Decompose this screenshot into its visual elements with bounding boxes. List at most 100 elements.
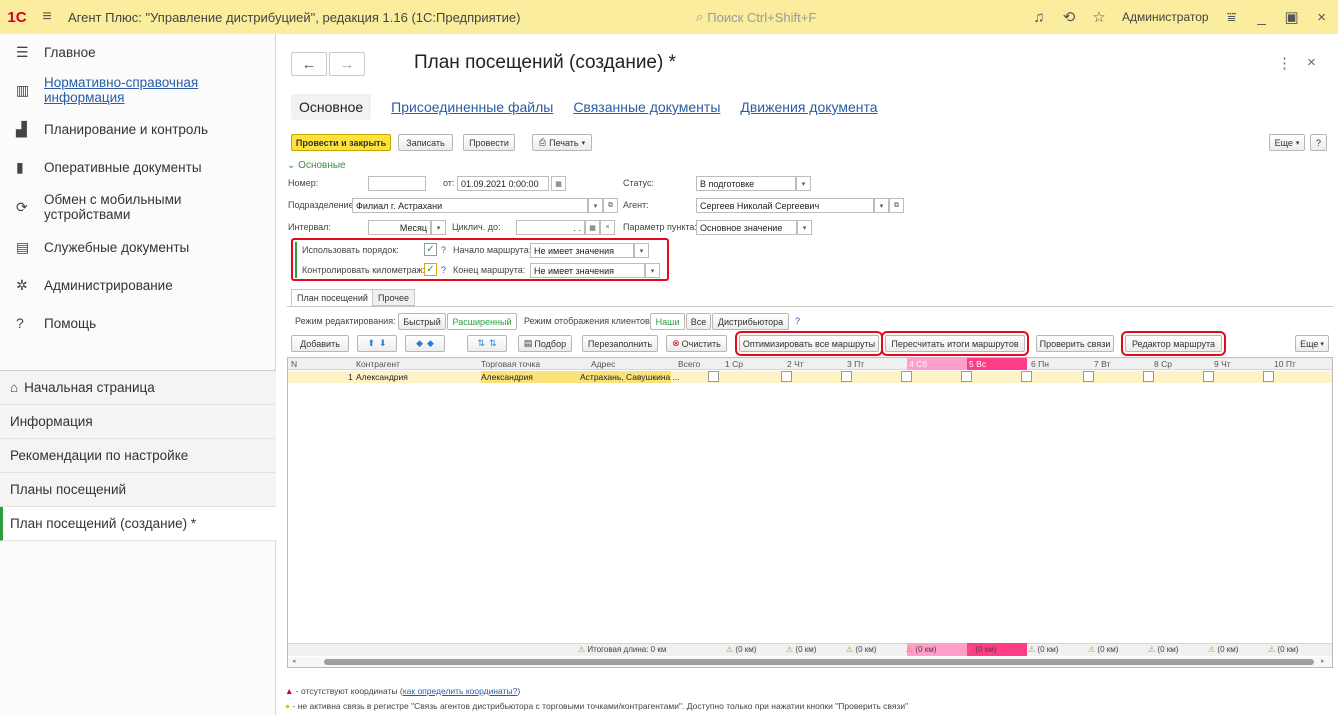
day-checkbox[interactable] [708,371,719,382]
current-user[interactable]: Администратор [1116,10,1215,24]
scrollbar-thumb[interactable] [324,659,1314,665]
tab-main[interactable]: Основное [291,94,372,120]
nav-info[interactable]: Информация [0,405,276,439]
route-end-field[interactable]: Не имеет значения [530,263,645,278]
day-checkbox[interactable] [1143,371,1154,382]
nav-visit-plans[interactable]: Планы посещений [0,473,276,507]
route-start-field[interactable]: Не имеет значения [530,243,634,258]
control-km-checkbox[interactable]: ✓ [424,263,437,276]
use-order-checkbox[interactable]: ✓ [424,243,437,256]
sidebar-item-help[interactable]: ? Помощь [0,304,275,342]
col-day-3[interactable]: 3 Пт [847,358,864,370]
clear-button[interactable]: ⊗ Очистить [666,335,727,352]
point-param-dropdown-icon[interactable]: ▾ [797,220,812,235]
optimize-routes-button[interactable]: Оптимизировать все маршруты [735,331,883,356]
day-checkbox[interactable] [781,371,792,382]
group-main-toggle[interactable]: ⌄ Основные [287,160,346,171]
clients-mode-distributor[interactable]: Дистрибьютора [712,313,789,330]
col-day-9[interactable]: 9 Чт [1214,358,1231,370]
control-km-help-icon[interactable]: ? [441,265,446,275]
division-open-icon[interactable]: ⧉ [603,198,618,213]
visit-plan-table[interactable]: N Контрагент Торговая точка Адрес Всего … [287,357,1333,668]
more-actions-icon[interactable]: ⋮ [1277,54,1292,72]
col-day-5[interactable]: 5 Вс [969,358,986,370]
recalc-routes-button[interactable]: Пересчитать итоги маршрутов [881,331,1029,356]
edit-mode-extended[interactable]: Расширенный [447,313,517,330]
tab-visit-plan[interactable]: План посещений [291,289,374,306]
add-row-button[interactable]: Добавить [291,335,349,352]
minimize-icon[interactable]: _ [1249,9,1275,26]
col-day-2[interactable]: 2 Чт [787,358,804,370]
sidebar-item-main[interactable]: ☰ Главное [0,34,275,70]
print-button[interactable]: ⎙ Печать ▾ [532,134,592,151]
col-day-4[interactable]: 4 Сб [909,358,927,370]
sort-button[interactable]: ⇅ ⇅ [467,335,507,352]
col-day-1[interactable]: 1 Ср [725,358,743,370]
more-button[interactable]: Еще ▾ [1269,134,1305,151]
col-day-6[interactable]: 6 Пн [1031,358,1049,370]
tab-other[interactable]: Прочее [372,289,415,306]
close-form-icon[interactable]: × [1307,54,1316,71]
col-counterparty[interactable]: Контрагент [356,358,400,370]
pick-button[interactable]: ▤ Подбор [518,335,572,352]
day-checkbox[interactable] [901,371,912,382]
maximize-icon[interactable]: ▣ [1279,8,1305,26]
calendar-icon[interactable]: ▦ [585,220,600,235]
how-to-get-coords-link[interactable]: как определить координаты? [403,686,518,696]
status-field[interactable]: В подготовке [696,176,796,191]
col-n[interactable]: N [291,358,297,370]
agent-open-icon[interactable]: ⧉ [889,198,904,213]
status-dropdown-icon[interactable]: ▾ [796,176,811,191]
day-checkbox[interactable] [1021,371,1032,382]
day-checkbox[interactable] [961,371,972,382]
horizontal-scrollbar[interactable]: ◂ ▸ [288,657,1332,667]
date-field[interactable]: 01.09.2021 0:00:00 [457,176,549,191]
bell-icon[interactable]: ♫ [1026,9,1052,26]
star-icon[interactable]: ☆ [1086,8,1112,26]
move-up-down-button[interactable]: ⬆ ⬇ [357,335,397,352]
clients-mode-all[interactable]: Все [686,313,711,330]
tab-attached-files[interactable]: Присоединенные файлы [391,99,553,115]
col-day-7[interactable]: 7 Вт [1094,358,1110,370]
global-search[interactable]: ⌕ Поиск Ctrl+Shift+F [696,7,896,27]
nav-visit-plan-create[interactable]: План посещений (создание) * [0,507,276,541]
col-total[interactable]: Всего [678,358,700,370]
col-address[interactable]: Адрес [591,358,615,370]
sidebar-item-catalogs[interactable]: ▥ Нормативно-справочная информация [0,70,275,110]
settings-menu-icon[interactable]: ⩸ [1219,9,1245,26]
route-editor-button[interactable]: Редактор маршрута [1121,331,1226,356]
forward-button[interactable]: → [329,52,365,76]
sidebar-item-planning[interactable]: ▟ Планирование и контроль [0,110,275,148]
interval-dropdown-icon[interactable]: ▾ [431,220,446,235]
sidebar-item-mobile-exchange[interactable]: ⟳ Обмен с мобильными устройствами [0,186,275,228]
back-button[interactable]: ← [291,52,327,76]
help-button[interactable]: ? [1310,134,1327,151]
day-checkbox[interactable] [1203,371,1214,382]
clear-icon[interactable]: × [600,220,615,235]
calendar-icon[interactable]: ▦ [551,176,566,191]
tab-doc-movements[interactable]: Движения документа [740,99,877,115]
sidebar-item-operations[interactable]: ▮ Оперативные документы [0,148,275,186]
sidebar-item-service-docs[interactable]: ▤ Служебные документы [0,228,275,266]
scroll-left-icon[interactable]: ◂ [292,657,296,665]
main-menu-icon[interactable]: ≡ [34,8,60,26]
route-start-dropdown-icon[interactable]: ▾ [634,243,649,258]
clients-mode-our[interactable]: Наши [650,313,685,330]
post-button[interactable]: Провести [463,134,515,151]
agent-field[interactable]: Сергеев Николай Сергеевич [696,198,874,213]
nav-recommendations[interactable]: Рекомендации по настройке [0,439,276,473]
table-row[interactable] [288,371,1332,383]
history-icon[interactable]: ⟲ [1056,8,1082,26]
agent-dropdown-icon[interactable]: ▾ [874,198,889,213]
day-checkbox[interactable] [1083,371,1094,382]
col-point[interactable]: Торговая точка [481,358,540,370]
sidebar-item-admin[interactable]: ✲ Администрирование [0,266,275,304]
post-and-close-button[interactable]: Провести и закрыть [291,134,391,151]
refill-button[interactable]: Перезаполнить [582,335,658,352]
cyclic-field[interactable]: . . [516,220,585,235]
close-icon[interactable]: × [1309,9,1335,26]
save-button[interactable]: Записать [398,134,453,151]
edit-mode-fast[interactable]: Быстрый [398,313,446,330]
use-order-help-icon[interactable]: ? [441,245,446,255]
day-checkbox[interactable] [1263,371,1274,382]
